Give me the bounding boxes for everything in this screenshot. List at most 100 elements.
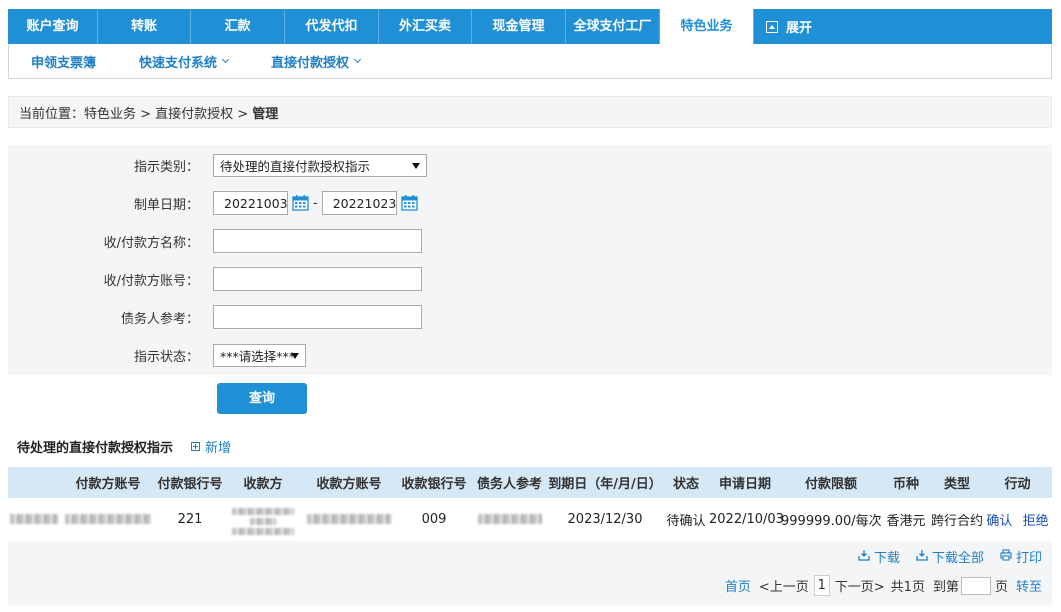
breadcrumb-path: 当前位置：特色业务 > 直接付款授权 > [19,106,249,122]
column-header: 行动 [1004,477,1031,492]
debtor-ref-cell [472,512,547,527]
payee-account-input[interactable] [213,267,422,291]
table-header: 付款方账号 付款银行号 收款方 收款方账号 收款银行号 债务人参考 到期日（年/… [8,467,1052,498]
pagination: 首页 <上一页 1 下一页> 共1页 到第 页 转至 [725,575,1042,596]
query-button[interactable]: 查询 [217,383,307,414]
subnav-label: 直接付款授权 [271,55,350,71]
total-pages: 共1页 [890,580,925,595]
payee-cell [224,504,302,535]
currency-cell: 香港元 [886,513,926,529]
goto-label: 到第 [932,580,959,595]
first-page-link[interactable]: 首页 [725,576,751,595]
next-page-link[interactable]: 下一页> [835,576,885,595]
column-header: 申请日期 [718,477,771,492]
tab-fx[interactable]: 外汇买卖 [379,9,472,44]
payee-bank-cell: 009 [421,511,447,527]
expand-label: 展开 [786,21,813,36]
filter-row-date: 制单日期： 20221003 - 20221023 [8,191,418,215]
type-select[interactable]: 待处理的直接付款授权指示 [213,153,427,177]
add-button[interactable]: 新增 [191,437,231,456]
dropdown-arrow-icon [412,162,420,169]
chevron-down-icon [354,55,362,64]
print-icon [1000,548,1012,565]
print-button[interactable]: 打印 [1000,547,1042,566]
expand-button[interactable]: 展开 [754,9,812,44]
page-unit-label: 页 [994,580,1008,595]
filter-row-payee-name: 收/付款方名称： [8,229,422,253]
goto-button[interactable]: 转至 [1016,576,1042,595]
payee-name-input[interactable] [213,229,422,253]
filter-panel: 指示类别： 待处理的直接付款授权指示 制单日期： 20221003 - 2022… [8,145,1052,375]
subnav-item-ddi[interactable]: 直接付款授权 [271,52,362,71]
type-select-value: 待处理的直接付款授权指示 [220,158,371,174]
tab-payroll[interactable]: 代发代扣 [285,9,379,44]
filter-row-payee-account: 收/付款方账号： [8,267,422,291]
date-to-value: 20221023 [332,195,397,211]
date-from-input[interactable]: 20221003 [213,191,288,215]
date-from-value: 20221003 [224,195,288,211]
debtor-ref-input[interactable] [213,305,422,329]
column-header: 收款方 [243,477,283,492]
section-header: 待处理的直接付款授权指示 新增 [17,437,231,456]
prev-page-link[interactable]: <上一页 [759,576,809,595]
top-nav: 账户查询 转账 汇款 代发代扣 外汇买卖 现金管理 全球支付工厂 特色业务 展开 [8,9,1052,44]
confirm-link[interactable]: 确认 [986,514,1012,529]
current-page[interactable]: 1 [813,575,830,596]
tab-special-business[interactable]: 特色业务 [660,9,754,44]
column-header: 债务人参考 [476,477,542,492]
column-header: 到期日（年/月/日） [548,477,662,492]
tab-account-query[interactable]: 账户查询 [8,9,98,44]
limit-cell: 999999.00/每次 [781,513,882,529]
toolbar: 下载 下载全部 打印 [858,547,1042,566]
payer-account-cell [60,512,156,527]
type-label: 指示类别： [133,159,199,175]
add-label: 新增 [205,441,232,456]
date-separator: - [313,195,318,211]
print-label: 打印 [1015,551,1042,566]
breadcrumb-current: 管理 [252,106,279,122]
download-all-button[interactable]: 下载全部 [916,547,984,566]
date-label: 制单日期： [133,197,199,213]
column-header: 付款限额 [804,477,857,492]
status-select[interactable]: ***请选择*** [213,343,306,367]
column-header: 付款方账号 [75,477,141,492]
column-header: 币种 [892,477,919,492]
column-header: 付款银行号 [157,477,223,492]
reject-link[interactable]: 拒绝 [1023,514,1049,529]
column-header: 收款方账号 [316,477,382,492]
instruction-table: 付款方账号 付款银行号 收款方 收款方账号 收款银行号 债务人参考 到期日（年/… [8,467,1052,540]
calendar-icon[interactable] [292,195,309,211]
status-label: 指示状态： [133,349,199,365]
filter-row-debtor-ref: 债务人参考： [8,305,422,329]
section-title: 待处理的直接付款授权指示 [17,441,174,456]
subnav-item-checkbook[interactable]: 申领支票簿 [31,52,96,71]
tab-transfer[interactable]: 转账 [98,9,191,44]
column-header: 类型 [943,477,970,492]
column-header: 收款银行号 [401,477,467,492]
date-to-input[interactable]: 20221023 [321,191,397,215]
tab-remittance[interactable]: 汇款 [191,9,285,44]
plus-icon [191,442,201,451]
dropdown-arrow-icon [291,352,299,359]
download-button[interactable]: 下载 [858,547,900,566]
debtor-ref-label: 债务人参考： [120,311,199,327]
subnav-item-fps[interactable]: 快速支付系统 [139,52,230,71]
payer-bank-cell: 221 [177,511,203,527]
subnav-label: 申领支票簿 [31,55,97,71]
breadcrumb: 当前位置：特色业务 > 直接付款授权 > 管理 [8,96,1052,128]
table-footer: 下载 下载全部 打印 首页 <上一页 1 下一页> 共1页 到第 页 转至 [8,541,1052,605]
payee-account-label: 收/付款方账号： [103,273,199,289]
tab-global-payment[interactable]: 全球支付工厂 [566,9,660,44]
chevron-down-icon [221,55,230,64]
status-cell: 待确认 [666,513,706,529]
filter-row-type: 指示类别： 待处理的直接付款授权指示 [8,153,427,177]
tab-cash-management[interactable]: 现金管理 [472,9,566,44]
subnav-label: 快速支付系统 [139,55,218,71]
filter-row-status: 指示状态： ***请选择*** [8,343,306,367]
status-select-value: ***请选择*** [220,348,296,364]
goto-page-input[interactable] [960,576,991,595]
redacted-cell [8,512,60,527]
calendar-icon[interactable] [401,195,418,211]
payee-account-cell [302,512,396,527]
expand-icon [766,20,778,33]
